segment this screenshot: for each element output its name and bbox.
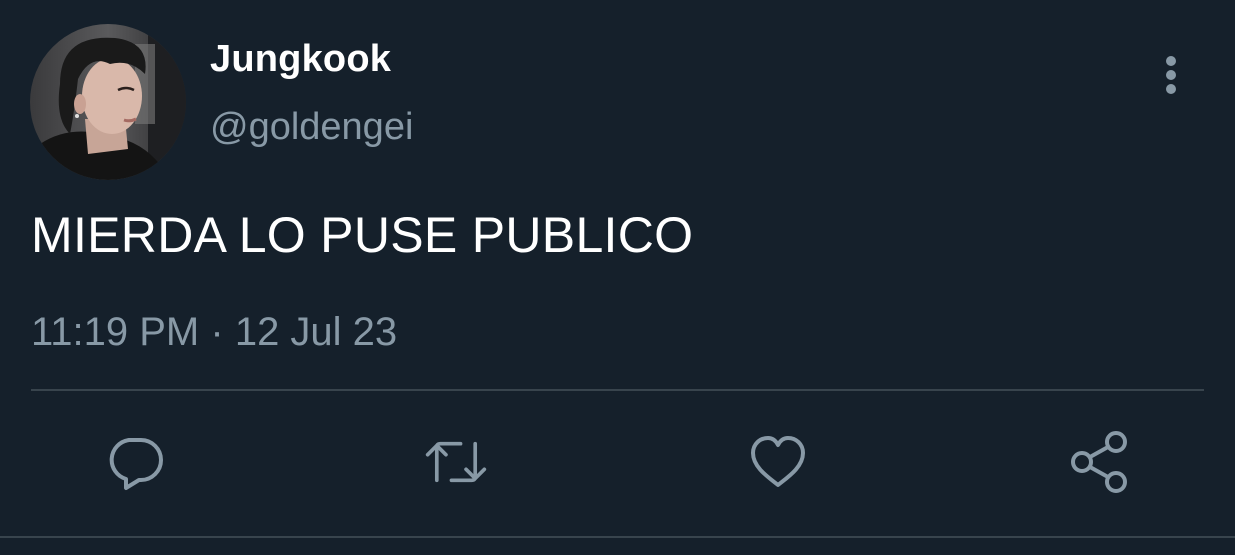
bottom-divider — [0, 536, 1235, 538]
tweet-time: 11:19 PM — [31, 310, 200, 354]
tweet-text: MIERDA LO PUSE PUBLICO — [31, 207, 694, 263]
avatar[interactable] — [30, 24, 186, 180]
tweet-detail: Jungkook @goldengei MIERDA LO PUSE PUBLI… — [0, 0, 1235, 555]
more-vertical-icon — [1166, 56, 1176, 94]
tweet-date: 12 Jul 23 — [234, 310, 398, 354]
share-button[interactable] — [1068, 430, 1132, 494]
author-handle[interactable]: @goldengei — [210, 106, 413, 149]
reply-button[interactable] — [103, 430, 167, 494]
divider — [31, 389, 1204, 391]
like-button[interactable] — [746, 430, 810, 494]
heart-icon — [751, 436, 805, 487]
author-display-name[interactable]: Jungkook — [210, 38, 391, 81]
tweet-timestamp[interactable]: 11:19 PM · 12 Jul 23 — [31, 310, 397, 355]
more-options-button[interactable] — [1152, 50, 1192, 100]
retweet-arrows-icon — [425, 441, 487, 483]
timestamp-separator: · — [210, 310, 224, 354]
speech-bubble-icon — [109, 438, 163, 490]
share-nodes-icon — [1071, 431, 1127, 493]
retweet-button[interactable] — [424, 430, 488, 494]
